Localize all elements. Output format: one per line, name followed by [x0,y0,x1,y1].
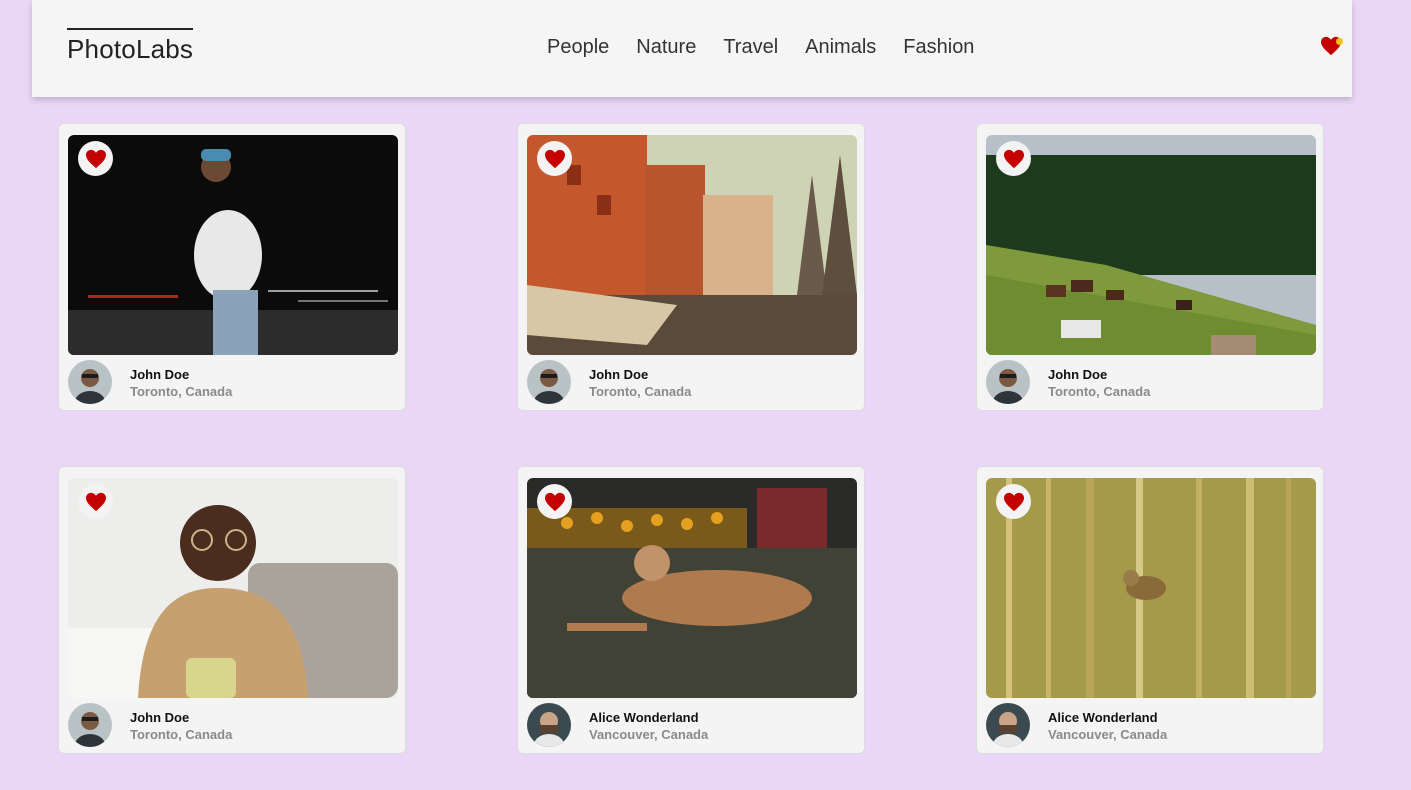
like-button[interactable] [996,484,1031,519]
favorites-badge[interactable] [1320,36,1344,58]
avatar [986,360,1030,404]
photo-card[interactable]: John Doe Toronto, Canada [517,123,865,411]
like-button[interactable] [78,484,113,519]
heart-icon [544,492,565,511]
heart-icon [85,149,106,168]
photo-image[interactable] [68,135,398,355]
photo-card[interactable]: John Doe Toronto, Canada [976,123,1324,411]
photo-card[interactable]: John Doe Toronto, Canada [58,123,406,411]
user-location: Toronto, Canada [589,384,692,399]
heart-icon [1003,149,1024,168]
photo-image[interactable] [68,478,398,698]
avatar [527,360,571,404]
like-button[interactable] [537,484,572,519]
photo-image[interactable] [527,135,857,355]
app-logo[interactable]: PhotoLabs [67,28,194,65]
photo-card[interactable]: Alice Wonderland Vancouver, Canada [976,466,1324,754]
user-location: Vancouver, Canada [1048,727,1168,742]
user-name: John Doe [130,710,190,725]
topic-nature[interactable]: Nature [636,36,696,59]
avatar [527,703,571,747]
topic-animals[interactable]: Animals [805,36,876,59]
heart-icon [544,149,565,168]
user-name: John Doe [589,367,649,382]
topic-travel[interactable]: Travel [723,36,778,59]
photo-image[interactable] [527,478,857,698]
user-location: Toronto, Canada [130,384,233,399]
user-name: John Doe [1048,367,1108,382]
photo-image[interactable] [986,478,1316,698]
top-nav-bar: PhotoLabs People Nature Travel Animals F… [32,0,1352,97]
user-name: Alice Wonderland [589,710,699,725]
avatar [68,360,112,404]
user-location: Vancouver, Canada [589,727,709,742]
photo-card[interactable]: John Doe Toronto, Canada [58,466,406,754]
topic-people[interactable]: People [547,36,609,59]
photo-image[interactable] [986,135,1316,355]
like-button[interactable] [78,141,113,176]
user-location: Toronto, Canada [130,727,233,742]
user-name: John Doe [130,367,190,382]
heart-icon [1003,492,1024,511]
heart-icon [85,492,106,511]
topic-list: People Nature Travel Animals Fashion [547,36,974,59]
like-button[interactable] [996,141,1031,176]
avatar [68,703,112,747]
topic-fashion[interactable]: Fashion [903,36,974,59]
notification-dot [1336,38,1343,45]
like-button[interactable] [537,141,572,176]
user-name: Alice Wonderland [1048,710,1158,725]
photo-card[interactable]: Alice Wonderland Vancouver, Canada [517,466,865,754]
user-location: Toronto, Canada [1048,384,1151,399]
avatar [986,703,1030,747]
